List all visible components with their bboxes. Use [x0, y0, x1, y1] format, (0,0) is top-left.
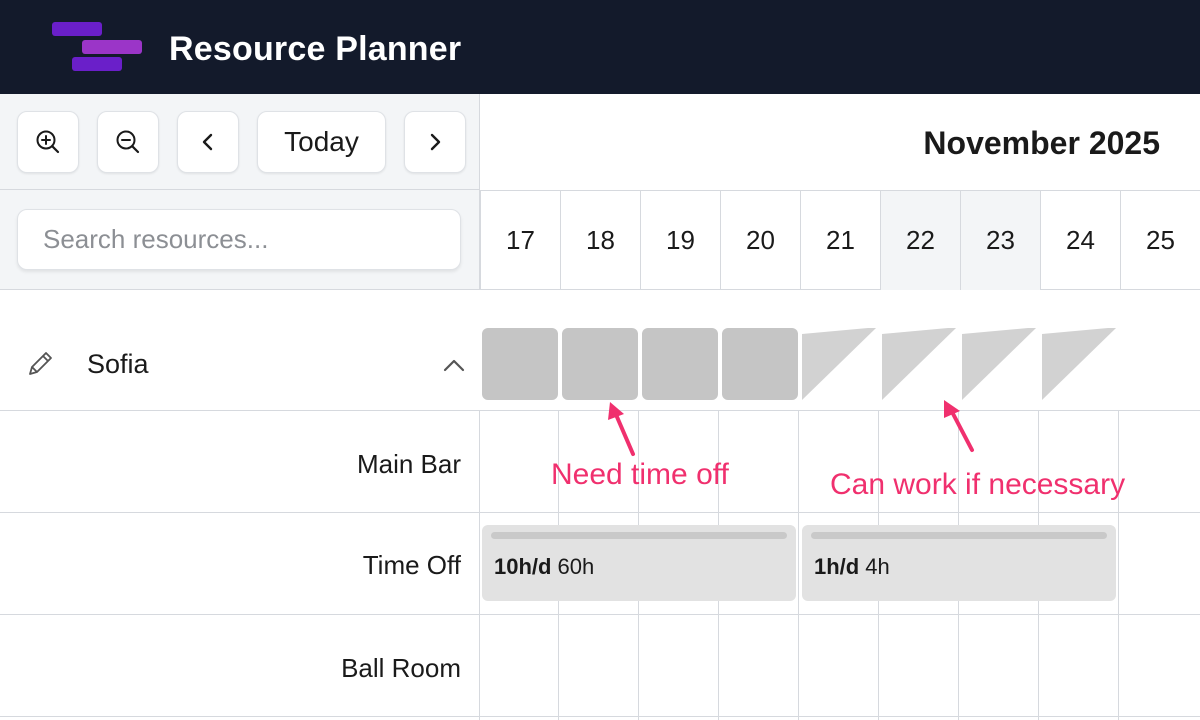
logo-bar [82, 40, 142, 54]
column-divider [1118, 410, 1119, 720]
chevron-right-icon [430, 133, 441, 151]
booking-total: 60h [557, 554, 595, 579]
zoom-out-icon [116, 130, 140, 154]
availability-partial[interactable] [962, 328, 1036, 400]
today-button[interactable]: Today [257, 111, 386, 173]
column-divider [798, 410, 799, 720]
booking-bar[interactable]: 1h/d 4h [802, 525, 1116, 601]
booking-text: 10h/d 60h [494, 554, 594, 580]
availability-full[interactable] [562, 328, 638, 400]
availability-full[interactable] [482, 328, 558, 400]
edit-button[interactable] [24, 348, 56, 385]
booking-progress-line [491, 532, 787, 539]
row-divider [0, 614, 1200, 615]
zoom-in-button[interactable] [17, 111, 79, 173]
day-header[interactable]: 17 [480, 191, 560, 290]
availability-partial[interactable] [802, 328, 876, 400]
availability-full[interactable] [722, 328, 798, 400]
app-title: Resource Planner [169, 30, 462, 68]
pencil-icon [29, 352, 52, 375]
day-header[interactable]: 20 [720, 191, 800, 290]
booking-total: 4h [865, 554, 890, 579]
day-header[interactable]: 18 [560, 191, 640, 290]
row-divider [0, 512, 1200, 513]
zoom-out-button[interactable] [97, 111, 159, 173]
booking-rate: 10h/d [494, 554, 552, 579]
booking-progress-line [811, 532, 1107, 539]
prev-button[interactable] [177, 111, 239, 173]
day-header-weekend[interactable]: 23 [960, 191, 1040, 290]
annotation-text: Need time off [551, 458, 729, 491]
day-header[interactable]: 25 [1120, 191, 1200, 290]
search-input[interactable] [17, 209, 461, 270]
availability-full[interactable] [642, 328, 718, 400]
booking-text: 1h/d 4h [814, 554, 890, 580]
collapse-button[interactable] [443, 358, 465, 377]
next-button[interactable] [404, 111, 466, 173]
day-header-weekend[interactable]: 22 [880, 191, 960, 290]
day-header[interactable]: 24 [1040, 191, 1120, 290]
day-header-row: 17 18 19 20 21 22 23 24 25 [480, 190, 1200, 290]
annotation-arrow [944, 400, 974, 452]
logo [0, 0, 160, 94]
annotation-arrow [608, 402, 635, 456]
availability-partial[interactable] [882, 328, 956, 400]
chevron-left-icon [202, 133, 213, 151]
availability-partial[interactable] [1042, 328, 1116, 400]
row-label-ball-room: Ball Room [341, 653, 461, 683]
annotation-text: Can work if necessary [830, 468, 1126, 501]
resource-name: Sofia [87, 349, 149, 379]
column-divider [479, 410, 480, 720]
booking-bar[interactable]: 10h/d 60h [482, 525, 796, 601]
app-header: Resource Planner [0, 0, 1200, 94]
day-header[interactable]: 19 [640, 191, 720, 290]
zoom-in-icon [36, 130, 60, 154]
day-header[interactable]: 21 [800, 191, 880, 290]
row-label-main-bar: Main Bar [356, 449, 461, 479]
month-label: November 2025 [923, 125, 1160, 161]
logo-bar [72, 57, 122, 71]
logo-bar [52, 22, 102, 36]
booking-rate: 1h/d [814, 554, 860, 579]
row-label-time-off: Time Off [362, 550, 461, 580]
row-divider [0, 716, 1200, 717]
chevron-up-icon [443, 359, 465, 372]
